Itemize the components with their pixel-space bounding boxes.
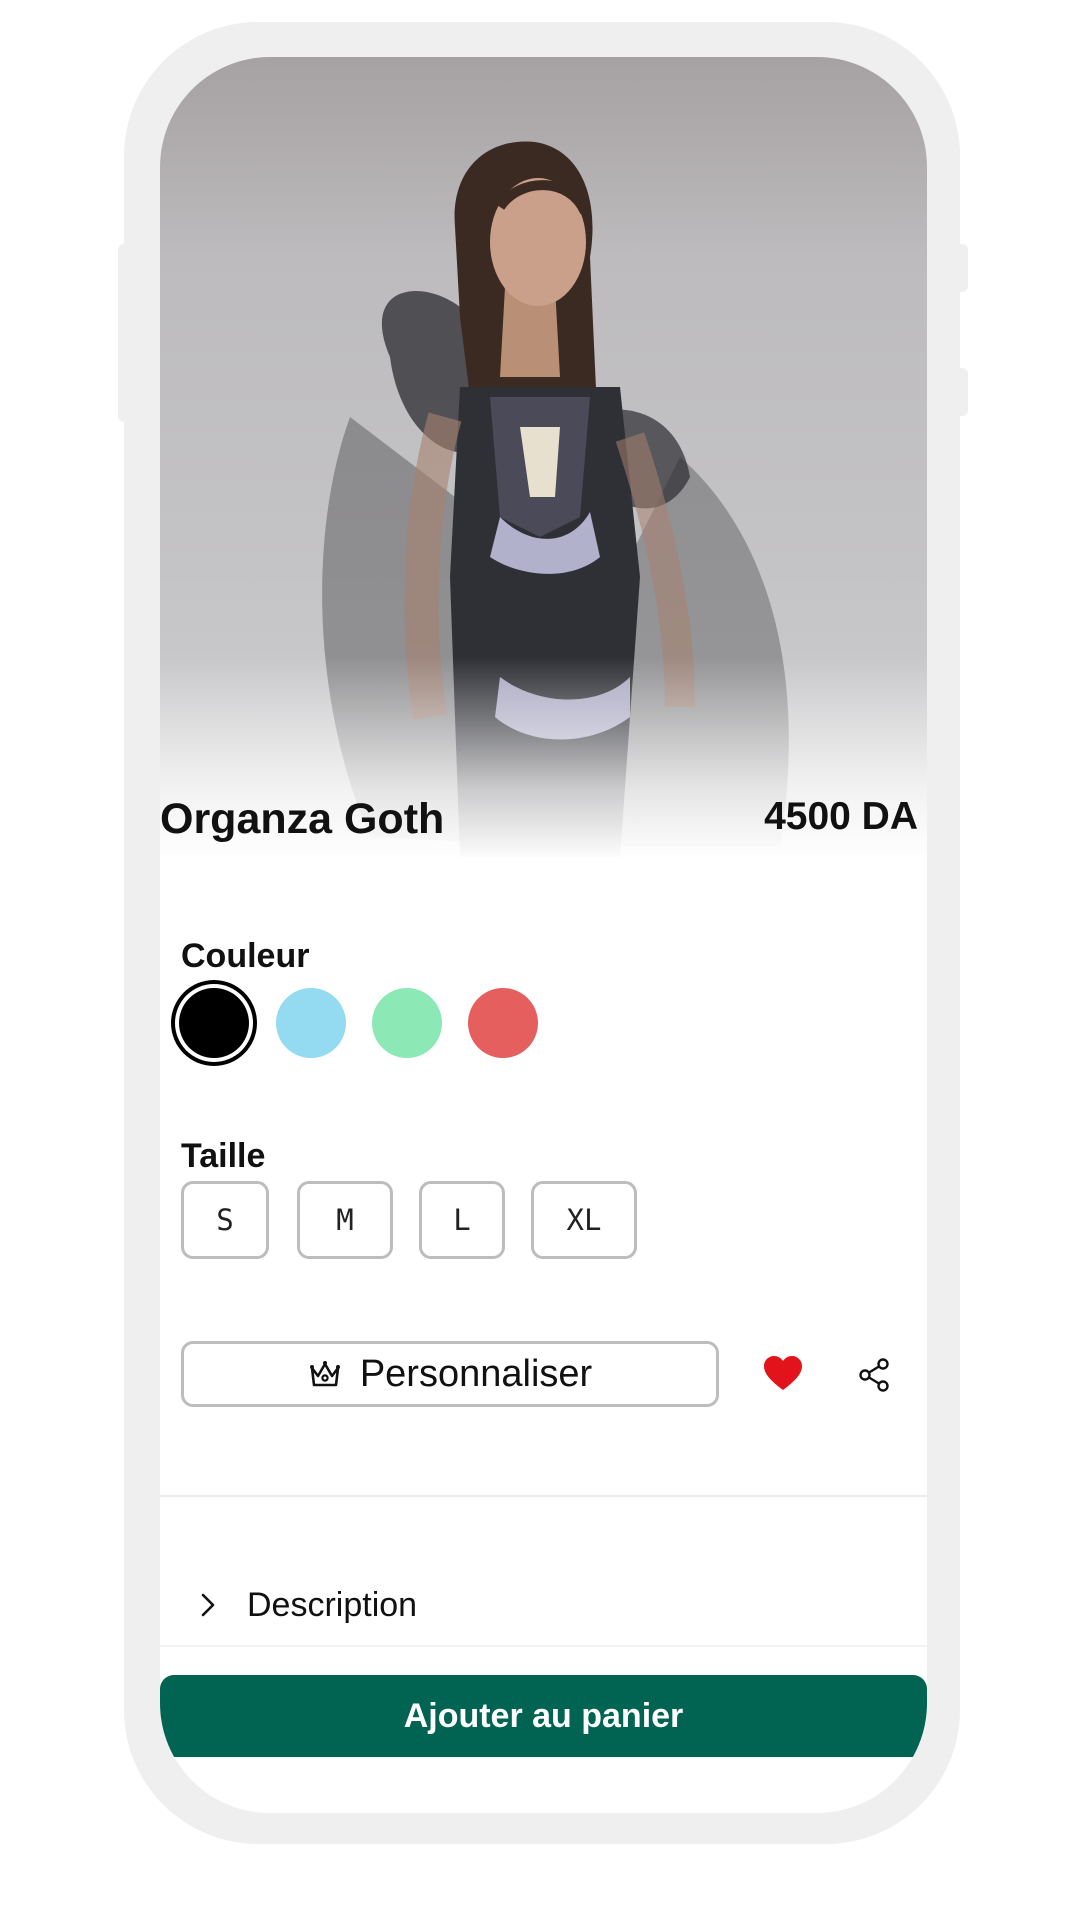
add-to-cart-button[interactable]: Ajouter au panier	[160, 1675, 927, 1757]
size-section-label: Taille	[181, 1137, 266, 1175]
description-accordion[interactable]: Description	[160, 1569, 927, 1641]
customize-label: Personnaliser	[359, 1352, 593, 1395]
size-button-s[interactable]: S	[181, 1181, 269, 1259]
heart-icon	[762, 1354, 804, 1392]
color-swatch-black[interactable]	[179, 988, 249, 1058]
crown-icon	[308, 1359, 342, 1389]
product-image	[160, 57, 927, 857]
favorite-button[interactable]	[760, 1350, 806, 1396]
customize-button[interactable]: Personnaliser	[181, 1341, 719, 1407]
phone-side-button	[952, 368, 968, 416]
description-label: Description	[247, 1585, 418, 1624]
app-screen: Organza Goth 4500 DA Couleur Taille S M …	[160, 57, 927, 1813]
phone-side-button	[952, 244, 968, 292]
product-title: Organza Goth	[160, 795, 445, 843]
product-price: 4500 DA	[764, 795, 918, 838]
size-button-xl[interactable]: XL	[531, 1181, 637, 1259]
size-button-m[interactable]: M	[297, 1181, 393, 1259]
phone-side-button	[118, 244, 132, 422]
section-divider	[160, 1495, 927, 1497]
color-swatch-mint-green[interactable]	[372, 988, 442, 1058]
share-icon	[857, 1357, 891, 1393]
color-swatch-light-blue[interactable]	[276, 988, 346, 1058]
color-swatch-red[interactable]	[468, 988, 538, 1058]
color-section-label: Couleur	[181, 937, 310, 975]
chevron-right-icon	[200, 1590, 222, 1620]
share-button[interactable]	[851, 1352, 897, 1398]
size-button-l[interactable]: L	[419, 1181, 505, 1259]
section-divider	[160, 1645, 927, 1647]
